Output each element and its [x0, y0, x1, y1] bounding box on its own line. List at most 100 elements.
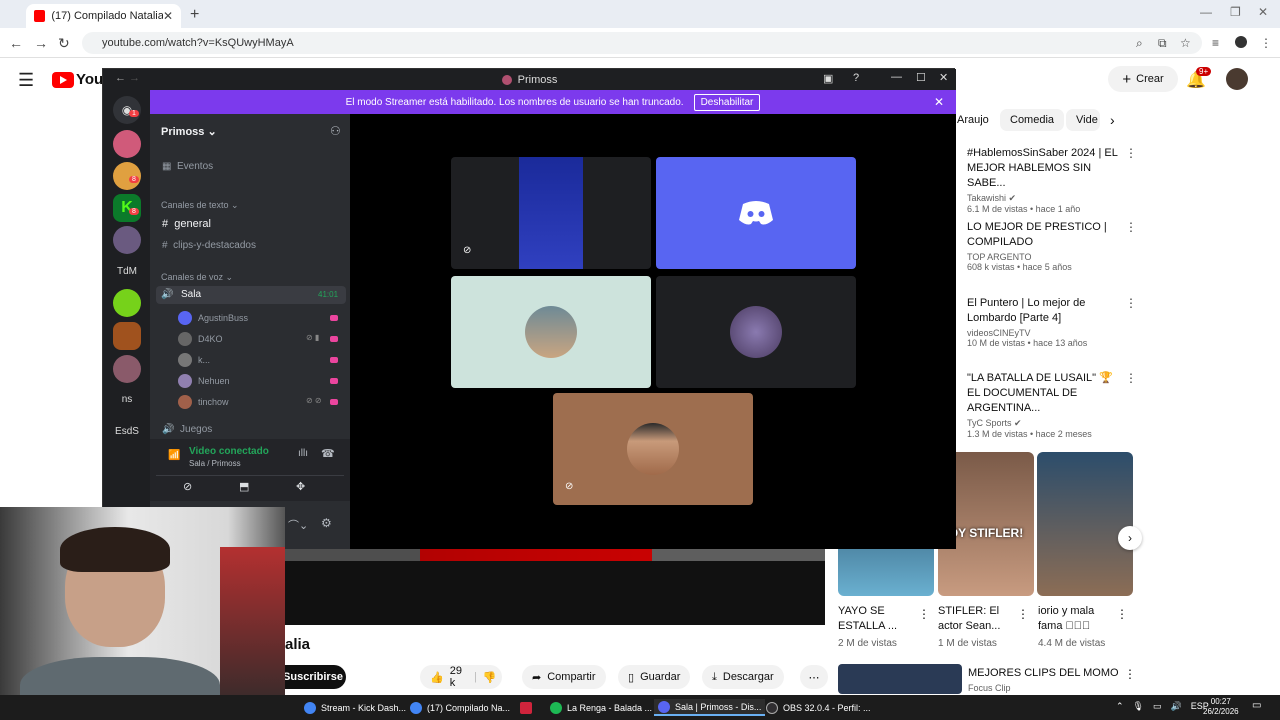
- video-player[interactable]: [285, 547, 825, 625]
- short-title[interactable]: iorio y mala fama 🏻🏻🏻: [1038, 604, 1116, 634]
- share-button[interactable]: ➦ Compartir: [522, 665, 606, 689]
- system-tray[interactable]: ⌃ 🎙 ▭ 🔊 ESP: [1116, 701, 1209, 712]
- more-options-icon[interactable]: ⋮: [918, 607, 930, 621]
- browser-tab-active[interactable]: (17) Compilado Natalia Natalia ✕: [26, 4, 181, 28]
- taskbar-item-app[interactable]: [516, 699, 541, 716]
- more-actions-button[interactable]: ⋯: [800, 665, 828, 689]
- more-options-icon[interactable]: ⋮: [1125, 296, 1137, 310]
- minimize-icon[interactable]: —: [1200, 5, 1212, 19]
- notification-center-icon[interactable]: ▭: [1252, 700, 1261, 711]
- channel-clips[interactable]: # clips-y-destacados: [162, 240, 256, 251]
- video-tile[interactable]: [656, 276, 856, 388]
- events-item[interactable]: ▦ Eventos: [162, 161, 213, 172]
- close-window-icon[interactable]: ✕: [1258, 5, 1268, 19]
- clock[interactable]: 00:27 26/2/2026: [1203, 697, 1239, 717]
- more-options-icon[interactable]: ⋮: [1116, 607, 1128, 621]
- browser-menu-icon[interactable]: ⋮: [1260, 36, 1272, 50]
- connection-location[interactable]: Sala / Primoss: [189, 459, 241, 468]
- recommendation-thumbnail[interactable]: [838, 664, 962, 694]
- new-tab-button[interactable]: +: [190, 6, 199, 24]
- voice-user[interactable]: AgustinBuss: [178, 311, 248, 325]
- chip-comedia[interactable]: Comedia: [1000, 109, 1065, 131]
- account-avatar[interactable]: [1226, 68, 1248, 90]
- video-tile[interactable]: ⊘: [451, 157, 651, 269]
- voice-channel-sala[interactable]: 🔊 Sala 41:01: [156, 286, 346, 304]
- recommendation-item[interactable]: El Puntero | Lo mejor de Lombardo [Parte…: [957, 296, 1257, 348]
- voice-channel-juegos[interactable]: 🔊 Juegos: [162, 424, 212, 435]
- screen-share-icon[interactable]: ⬒: [239, 480, 249, 493]
- headphones-icon[interactable]: ⌒⌄: [288, 517, 308, 533]
- forward-icon[interactable]: →: [129, 72, 140, 84]
- short-thumbnail[interactable]: [1037, 452, 1133, 596]
- chip-araujo[interactable]: Araujo: [955, 109, 999, 131]
- hamburger-menu-icon[interactable]: ☰: [18, 70, 34, 91]
- zoom-icon[interactable]: ⌕: [1136, 36, 1143, 51]
- short-title[interactable]: STIFLER: El actor Sean...: [938, 604, 1016, 634]
- recommendation-item[interactable]: LO MEJOR DE PRESTICO | COMPILADO TOP ARG…: [957, 220, 1257, 272]
- minimize-icon[interactable]: —: [891, 71, 902, 83]
- server-icon[interactable]: [113, 322, 141, 350]
- address-bar[interactable]: youtube.com/watch?v=KsQUwyHMayA: [82, 32, 1202, 54]
- create-button[interactable]: + Crear: [1108, 66, 1178, 92]
- video-tile[interactable]: [656, 157, 856, 269]
- server-icon[interactable]: [113, 289, 141, 317]
- taskbar-item-discord[interactable]: Sala | Primoss - Dis...: [654, 699, 766, 716]
- recommendation-item[interactable]: "LA BATALLA DE LUSAIL" 🏆 EL DOCUMENTAL D…: [957, 371, 1257, 439]
- more-options-icon[interactable]: ⋮: [1125, 371, 1137, 385]
- voice-user[interactable]: D4KO: [178, 332, 223, 346]
- noise-suppression-icon[interactable]: ıllı: [298, 448, 308, 459]
- save-button[interactable]: ▯ Guardar: [618, 665, 691, 689]
- back-icon[interactable]: ←: [115, 72, 126, 84]
- server-name[interactable]: Primoss ⌄: [161, 125, 217, 138]
- invite-people-icon[interactable]: ⚇: [330, 124, 341, 138]
- voice-user[interactable]: tinchow: [178, 395, 229, 409]
- text-channels-header[interactable]: Canales de texto ⌄: [161, 200, 239, 211]
- server-icon[interactable]: [113, 355, 141, 383]
- forward-icon[interactable]: →: [34, 35, 48, 51]
- short-title[interactable]: YAYO SE ESTALLA ...: [838, 604, 916, 634]
- inbox-icon[interactable]: ▣: [823, 72, 833, 85]
- reading-list-icon[interactable]: ≡: [1212, 36, 1219, 50]
- server-icon[interactable]: TdM: [111, 266, 143, 277]
- video-tile[interactable]: ⊘: [553, 393, 753, 505]
- thumbs-down-icon[interactable]: 👎: [483, 671, 497, 684]
- settings-gear-icon[interactable]: ⚙: [321, 516, 332, 530]
- connection-status[interactable]: Video conectado: [189, 446, 269, 457]
- server-icon[interactable]: [113, 130, 141, 158]
- like-button[interactable]: 👍 29 k | 👎: [420, 665, 502, 689]
- maximize-icon[interactable]: ❐: [1230, 5, 1241, 19]
- back-icon[interactable]: ←: [9, 35, 23, 51]
- voice-user[interactable]: Nehuen: [178, 374, 230, 388]
- disconnect-icon[interactable]: ☎: [321, 447, 335, 460]
- close-icon[interactable]: ✕: [939, 71, 948, 84]
- more-options-icon[interactable]: ⋮: [1125, 220, 1137, 234]
- more-options-icon[interactable]: ⋮: [1017, 607, 1029, 621]
- camera-off-icon[interactable]: ⊘: [183, 480, 192, 493]
- profile-avatar[interactable]: [1235, 36, 1247, 48]
- bookmark-star-icon[interactable]: ☆: [1180, 36, 1191, 50]
- more-options-icon[interactable]: ⋮: [1124, 667, 1136, 681]
- recommendation-item[interactable]: #HablemosSinSaber 2024 | EL MEJOR HABLEM…: [957, 146, 1257, 214]
- taskbar-item-chrome[interactable]: Stream - Kick Dash...: [300, 699, 410, 716]
- server-icon[interactable]: ns: [111, 394, 143, 405]
- close-tab-icon[interactable]: ✕: [163, 9, 173, 23]
- shorts-next-icon[interactable]: ›: [1118, 526, 1142, 550]
- close-banner-icon[interactable]: ✕: [934, 95, 944, 109]
- channel-general[interactable]: # general: [162, 218, 211, 230]
- maximize-icon[interactable]: ☐: [916, 71, 926, 84]
- more-options-icon[interactable]: ⋮: [1125, 146, 1137, 160]
- chips-next-icon[interactable]: ›: [1110, 112, 1115, 128]
- disable-streamer-mode-button[interactable]: Deshabilitar: [693, 93, 761, 111]
- help-icon[interactable]: ?: [853, 72, 859, 84]
- taskbar-item-spotify[interactable]: La Renga - Balada ...: [546, 699, 656, 716]
- voice-channels-header[interactable]: Canales de voz ⌄: [161, 272, 233, 283]
- activities-icon[interactable]: ✥: [296, 480, 305, 493]
- voice-user[interactable]: k...: [178, 353, 210, 367]
- install-icon[interactable]: ⧉: [1158, 36, 1167, 51]
- taskbar-item-chrome[interactable]: (17) Compilado Na...: [406, 699, 514, 716]
- subscribe-button[interactable]: Suscribirse: [280, 665, 346, 689]
- video-tile[interactable]: [451, 276, 651, 388]
- server-icon[interactable]: [113, 226, 141, 254]
- chip-video[interactable]: Vide: [1066, 109, 1100, 131]
- rec-title[interactable]: MEJORES CLIPS DEL MOMO: [968, 667, 1119, 679]
